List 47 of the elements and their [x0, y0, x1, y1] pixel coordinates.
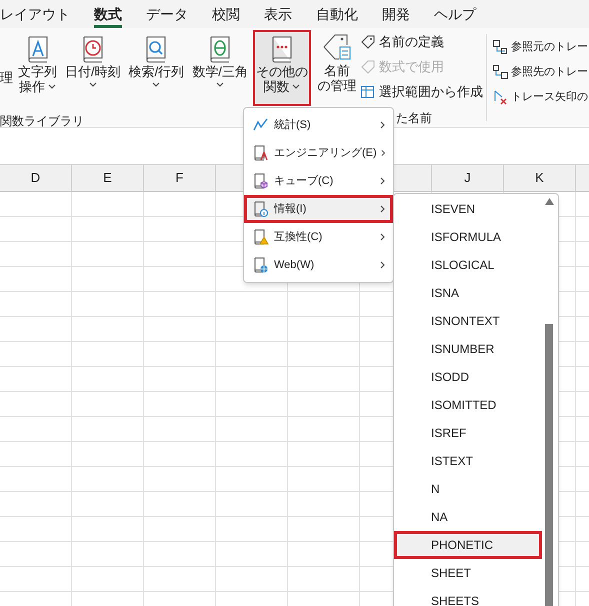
menu-item[interactable]: ISREF: [394, 419, 542, 447]
column-header[interactable]: J: [464, 168, 471, 188]
menu-item[interactable]: 統計(S): [244, 111, 393, 139]
menu-item[interactable]: N: [394, 475, 542, 503]
menu-item[interactable]: Web(W): [244, 251, 393, 279]
ribbon-tab[interactable]: 自動化: [316, 0, 358, 28]
ribbon-small-button[interactable]: 選択範囲から作成: [360, 81, 483, 103]
menu-item[interactable]: 互換性(C): [244, 223, 393, 251]
ribbon-tab[interactable]: ヘルプ: [434, 0, 476, 28]
ribbon-button[interactable]: 日付/時刻: [62, 30, 124, 106]
menu-item[interactable]: ISNA: [394, 279, 542, 307]
ribbon-button[interactable]: 検索/行列: [126, 30, 188, 106]
menu-item[interactable]: ISODD: [394, 363, 542, 391]
ribbon-button[interactable]: 数学/三角: [189, 30, 251, 106]
ribbon-button-label: 理: [0, 69, 13, 87]
ribbon-tab[interactable]: レイアウト: [0, 0, 70, 28]
ribbon-button[interactable]: 文字列 操作: [15, 30, 60, 106]
menu-item[interactable]: ISEVEN: [394, 195, 542, 223]
menu-item[interactable]: PHONETIC: [394, 531, 542, 559]
menu-item[interactable]: NA: [394, 503, 542, 531]
menu-item[interactable]: ISOMITTED: [394, 391, 542, 419]
ribbon-small-button[interactable]: 参照先のトレー: [492, 61, 588, 83]
column-header[interactable]: K: [535, 168, 544, 188]
menu-item[interactable]: ISNONTEXT: [394, 307, 542, 335]
column-header[interactable]: E: [103, 168, 112, 188]
column-header[interactable]: D: [30, 168, 40, 188]
ribbon-small-button[interactable]: 参照元のトレー: [492, 36, 588, 58]
menu-item[interactable]: ISLOGICAL: [394, 251, 542, 279]
menu-item[interactable]: SHEET: [394, 559, 542, 587]
ribbon-tab[interactable]: 開発: [382, 0, 410, 28]
menu-item[interactable]: ISTEXT: [394, 447, 542, 475]
group-label: た名前: [396, 110, 432, 127]
ribbon-tab[interactable]: 校閲: [212, 0, 240, 28]
menu-item[interactable]: エンジニアリング(E): [244, 139, 393, 167]
ribbon-tab[interactable]: データ: [146, 0, 188, 28]
ribbon-tab[interactable]: 表示: [264, 0, 292, 28]
menu-item[interactable]: ISNUMBER: [394, 335, 542, 363]
ribbon-button[interactable]: その他の 関数: [252, 30, 311, 106]
column-header[interactable]: F: [176, 168, 184, 188]
ribbon-small-button[interactable]: 名前の定義: [360, 31, 483, 53]
menu-item[interactable]: ISFORMULA: [394, 223, 542, 251]
group-label: 関数ライブラリ: [0, 113, 84, 130]
menu-item[interactable]: キューブ(C): [244, 167, 393, 195]
menu-item[interactable]: 情報(I): [244, 195, 393, 223]
menu-item[interactable]: SHEETS: [394, 587, 542, 606]
name-manager-button[interactable]: 名前 の管理: [316, 31, 358, 103]
ribbon-small-button[interactable]: トレース矢印の: [492, 86, 588, 108]
